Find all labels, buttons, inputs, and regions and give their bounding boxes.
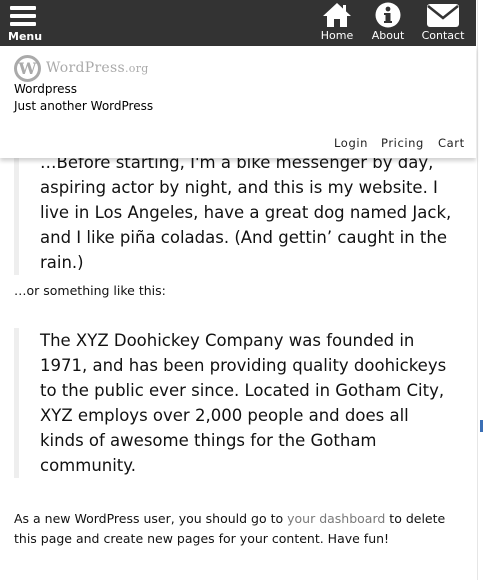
blockquote-intro: …Before starting, I'm a bike messenger b… bbox=[14, 150, 454, 275]
menu-label: Menu bbox=[8, 30, 43, 43]
home-icon bbox=[323, 3, 351, 27]
nav-contact[interactable]: Contact bbox=[419, 2, 467, 44]
blockquote-company: The XYZ Doohickey Company was founded in… bbox=[14, 328, 454, 478]
envelope-icon bbox=[427, 4, 459, 27]
dashboard-link[interactable]: your dashboard bbox=[287, 511, 385, 526]
wordpress-wordmark-name: WordPress bbox=[46, 60, 125, 76]
site-description: Just another WordPress bbox=[14, 99, 154, 113]
cart-link[interactable]: Cart bbox=[438, 136, 465, 150]
blockquote-company-text: The XYZ Doohickey Company was founded in… bbox=[40, 331, 447, 475]
top-nav-bar: Menu Home About Contact bbox=[0, 0, 476, 46]
paragraph-or-something: …or something like this: bbox=[14, 283, 166, 298]
nav-home[interactable]: Home bbox=[320, 2, 354, 44]
pricing-link[interactable]: Pricing bbox=[381, 136, 424, 150]
hamburger-icon bbox=[10, 6, 36, 28]
login-link[interactable]: Login bbox=[334, 136, 368, 150]
nav-about-label: About bbox=[371, 29, 405, 42]
wordpress-wordmark: WordPress.org bbox=[46, 60, 149, 76]
menu-button[interactable]: Menu bbox=[8, 4, 43, 43]
paragraph-dashboard-lead: As a new WordPress user, you should go t… bbox=[14, 511, 288, 526]
page-scrollbar[interactable] bbox=[477, 0, 483, 580]
blockquote-intro-text: …Before starting, I'm a bike messenger b… bbox=[40, 153, 452, 272]
nav-home-label: Home bbox=[320, 29, 354, 42]
site-title[interactable]: Wordpress bbox=[14, 82, 77, 96]
nav-contact-label: Contact bbox=[421, 29, 465, 42]
wordpress-logo-icon: W bbox=[14, 55, 41, 82]
wordpress-wordmark-org: .org bbox=[125, 62, 149, 75]
nav-about[interactable]: About bbox=[370, 2, 406, 44]
wordpress-logo[interactable]: W WordPress.org bbox=[14, 55, 194, 83]
info-icon bbox=[375, 2, 401, 28]
site-header: W WordPress.org Wordpress Just another W… bbox=[0, 46, 476, 158]
paragraph-dashboard: As a new WordPress user, you should go t… bbox=[14, 509, 464, 549]
